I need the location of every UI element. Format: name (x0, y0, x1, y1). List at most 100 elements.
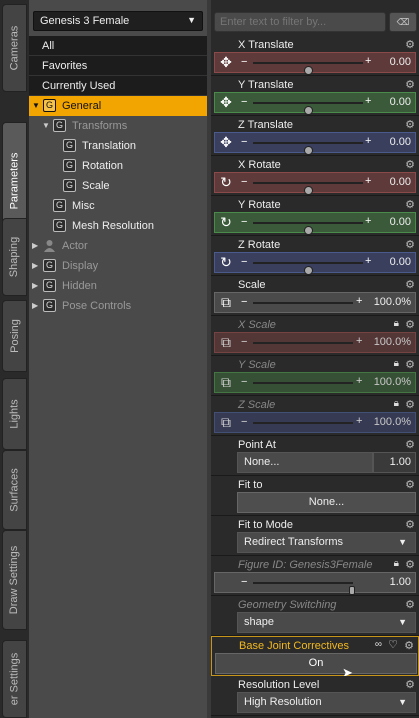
gear-icon[interactable]: ⚙ (405, 118, 415, 131)
value-field[interactable]: 0.00 (390, 136, 411, 148)
tree-item-actor[interactable]: ▶ Actor (29, 236, 207, 256)
figure-id-slider[interactable]: − 1.00 (214, 572, 416, 595)
lock-icon[interactable]: 🔒︎ (394, 358, 399, 369)
slider-track[interactable] (253, 62, 363, 75)
value-field[interactable]: 100.0% (374, 376, 411, 388)
increment-button[interactable]: + (356, 415, 362, 427)
tree-item-hidden[interactable]: ▶ G Hidden (29, 276, 207, 296)
gear-icon[interactable]: ⚙ (405, 78, 415, 91)
slider-knob[interactable] (303, 66, 313, 75)
tree-item-favorites[interactable]: Favorites (29, 56, 207, 76)
decrement-button[interactable]: − (241, 336, 247, 348)
increment-button[interactable]: + (356, 375, 362, 387)
slider-track[interactable] (253, 262, 363, 275)
increment-button[interactable]: + (356, 335, 362, 347)
tree-item-pose-controls[interactable]: ▶ G Pose Controls (29, 296, 207, 316)
tab-shaping[interactable]: Shaping (2, 218, 27, 296)
tree-item-rotation[interactable]: G Rotation (29, 156, 207, 176)
slider-knob[interactable] (303, 146, 313, 155)
tab-cameras[interactable]: Cameras (2, 4, 27, 92)
value-field[interactable]: 0.00 (390, 56, 411, 68)
y-translate-slider[interactable]: ✥ − + 0.00 (214, 92, 416, 115)
decrement-button[interactable]: − (241, 176, 247, 188)
decrement-button[interactable]: − (241, 376, 247, 388)
tab-render-settings[interactable]: er Settings (2, 640, 27, 718)
x-scale-slider[interactable]: ⧉ − + 100.0% (214, 332, 416, 353)
scale-slider[interactable]: ⧉ − + 100.0% (214, 292, 416, 313)
increment-button[interactable]: + (365, 55, 371, 67)
gear-icon[interactable]: ⚙ (405, 398, 415, 411)
value-field[interactable]: 0.00 (390, 176, 411, 188)
gear-icon[interactable]: ⚙ (405, 158, 415, 171)
increment-button[interactable]: + (365, 95, 371, 107)
link-icon[interactable]: ∞ (375, 639, 382, 650)
increment-button[interactable]: + (365, 215, 371, 227)
tab-posing[interactable]: Posing (2, 300, 27, 372)
decrement-button[interactable]: − (241, 136, 247, 148)
expand-arrow-icon[interactable]: ▶ (32, 236, 38, 256)
slider-track[interactable] (253, 582, 355, 595)
increment-button[interactable]: + (365, 175, 371, 187)
fit-to-button[interactable]: None... (237, 492, 416, 513)
increment-button[interactable]: + (365, 255, 371, 267)
expand-arrow-icon[interactable]: ▶ (32, 256, 38, 276)
decrement-button[interactable]: − (241, 416, 247, 428)
lock-icon[interactable]: 🔒︎ (394, 398, 399, 409)
gear-icon[interactable]: ⚙ (405, 238, 415, 251)
expand-arrow-icon[interactable]: ▶ (32, 276, 38, 296)
z-scale-slider[interactable]: ⧉ − + 100.0% (214, 412, 416, 433)
filter-input[interactable] (214, 12, 386, 32)
slider-track[interactable] (253, 422, 353, 424)
decrement-button[interactable]: − (241, 96, 247, 108)
slider-knob[interactable] (303, 266, 313, 275)
lock-icon[interactable]: 🔒︎ (394, 558, 399, 569)
value-field[interactable]: 100.0% (374, 336, 411, 348)
tree-item-display[interactable]: ▶ G Display (29, 256, 207, 276)
increment-button[interactable]: + (365, 135, 371, 147)
gear-icon[interactable]: ⚙ (405, 318, 415, 331)
point-at-field[interactable]: None... (237, 452, 373, 473)
node-select[interactable]: Genesis 3 Female ▼ (33, 11, 203, 31)
heart-icon[interactable]: ♡ (388, 638, 398, 651)
tab-surfaces[interactable]: Surfaces (2, 450, 27, 530)
tab-lights[interactable]: Lights (2, 378, 27, 450)
value-field[interactable]: 1.00 (390, 576, 411, 588)
gear-icon[interactable]: ⚙ (405, 38, 415, 51)
decrement-button[interactable]: − (241, 296, 247, 308)
lock-icon[interactable]: 🔒︎ (394, 318, 399, 329)
gear-icon[interactable]: ⚙ (405, 518, 415, 531)
slider-track[interactable] (253, 102, 363, 115)
slider-track[interactable] (253, 182, 363, 195)
slider-track[interactable] (253, 222, 363, 235)
slider-knob[interactable] (349, 586, 355, 595)
gear-icon[interactable]: ⚙ (405, 438, 415, 451)
tree-item-translation[interactable]: G Translation (29, 136, 207, 156)
decrement-button[interactable]: − (241, 56, 247, 68)
resolution-level-select[interactable]: High Resolution ▼ (237, 692, 416, 713)
tree-item-transforms[interactable]: ▼ G Transforms (29, 116, 207, 136)
gear-icon[interactable]: ⚙ (404, 639, 414, 652)
y-scale-slider[interactable]: ⧉ − + 100.0% (214, 372, 416, 393)
slider-knob[interactable] (303, 226, 313, 235)
y-rotate-slider[interactable]: ↻ − + 0.00 (214, 212, 416, 235)
tree-item-currently-used[interactable]: Currently Used (29, 76, 207, 96)
decrement-button[interactable]: − (241, 216, 247, 228)
x-rotate-slider[interactable]: ↻ − + 0.00 (214, 172, 416, 195)
value-field[interactable]: 0.00 (390, 96, 411, 108)
expand-arrow-icon[interactable]: ▶ (32, 296, 38, 316)
geometry-switching-select[interactable]: shape ▼ (237, 612, 416, 633)
gear-icon[interactable]: ⚙ (405, 598, 415, 611)
base-joint-toggle[interactable]: On (215, 653, 417, 674)
decrement-button[interactable]: − (241, 256, 247, 268)
gear-icon[interactable]: ⚙ (405, 678, 415, 691)
increment-button[interactable]: + (356, 295, 362, 307)
clear-filter-button[interactable]: ⌫ (389, 12, 417, 32)
gear-icon[interactable]: ⚙ (405, 558, 415, 571)
tree-item-misc[interactable]: G Misc (29, 196, 207, 216)
tab-draw-settings[interactable]: Draw Settings (2, 530, 27, 630)
z-translate-slider[interactable]: ✥ − + 0.00 (214, 132, 416, 155)
point-at-weight[interactable]: 1.00 (373, 452, 416, 473)
gear-icon[interactable]: ⚙ (405, 198, 415, 211)
value-field[interactable]: 0.00 (390, 216, 411, 228)
x-translate-slider[interactable]: ✥ − + 0.00 (214, 52, 416, 75)
